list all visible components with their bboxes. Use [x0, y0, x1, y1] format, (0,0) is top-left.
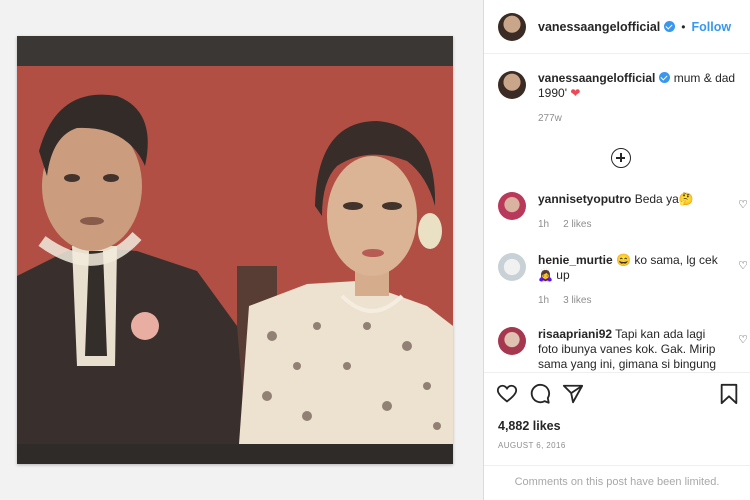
comment-item: yannisetyoputro Beda ya🤔 1h 2 likes ♡: [498, 192, 750, 230]
comments-limited-notice: Comments on this post have been limited.: [484, 465, 750, 500]
action-icons: [496, 383, 740, 407]
verified-badge-icon: [659, 72, 671, 83]
verified-badge-icon: [664, 21, 676, 32]
comment-time: 1h: [538, 295, 550, 306]
caption-text: vanessaangelofficial mum & dad 1990' ❤: [538, 71, 738, 101]
post-actions: 4,882 likes AUGUST 6, 2016 Comments on t…: [484, 372, 750, 500]
post-image-pane: [0, 0, 483, 500]
post-header: vanessaangelofficial • Follow: [484, 0, 750, 54]
comment-text: henie_murtie 😄 ko sama, lg cek 🙇‍♀️ up: [538, 253, 723, 283]
post-date[interactable]: AUGUST 6, 2016: [498, 441, 566, 450]
post-photo[interactable]: [17, 36, 453, 464]
heart-icon[interactable]: [496, 383, 518, 405]
comment-username[interactable]: risaapriani92: [538, 327, 612, 341]
comment-meta: 1h 3 likes: [538, 295, 750, 306]
caption-meta: 277w: [538, 113, 738, 124]
comment-item: risaapriani92 Tapi kan ada lagi foto ibu…: [498, 327, 750, 371]
share-icon[interactable]: [562, 383, 584, 405]
post-username[interactable]: vanessaangelofficial: [538, 20, 660, 34]
avatar[interactable]: [498, 71, 526, 99]
comment-time: 1h: [538, 219, 550, 230]
heart-icon[interactable]: ♡: [738, 198, 748, 211]
post-caption: vanessaangelofficial mum & dad 1990' ❤ 2…: [498, 71, 738, 124]
comment-likes[interactable]: 3 likes: [563, 295, 591, 306]
header-separator: •: [681, 19, 686, 34]
follow-button[interactable]: Follow: [691, 20, 731, 34]
comment-body: Beda ya🤔: [634, 192, 694, 206]
bookmark-icon[interactable]: [718, 383, 740, 405]
avatar[interactable]: [498, 253, 526, 281]
likes-count[interactable]: 4,882 likes: [498, 419, 561, 433]
comment-username[interactable]: yannisetyoputro: [538, 192, 631, 206]
caption-time[interactable]: 277w: [538, 113, 562, 124]
comments-list[interactable]: vanessaangelofficial mum & dad 1990' ❤ 2…: [484, 55, 750, 371]
comment-item: henie_murtie 😄 ko sama, lg cek 🙇‍♀️ up 1…: [498, 253, 750, 306]
post-side-panel: vanessaangelofficial • Follow vanessaang…: [483, 0, 750, 500]
add-comment-icon[interactable]: [611, 148, 631, 168]
avatar[interactable]: [498, 192, 526, 220]
red-heart-emoji: ❤: [570, 86, 581, 100]
comment-text: risaapriani92 Tapi kan ada lagi foto ibu…: [538, 327, 723, 371]
comment-username[interactable]: henie_murtie: [538, 253, 613, 267]
photo-frame-top: [17, 36, 453, 66]
heart-icon[interactable]: ♡: [738, 259, 748, 272]
comment-text: yannisetyoputro Beda ya🤔: [538, 192, 723, 207]
comment-icon[interactable]: [529, 383, 551, 405]
wedding-photo: [17, 66, 453, 444]
caption-username[interactable]: vanessaangelofficial: [538, 71, 655, 85]
heart-icon[interactable]: ♡: [738, 333, 748, 346]
avatar[interactable]: [498, 12, 526, 41]
avatar[interactable]: [498, 327, 526, 355]
comment-likes[interactable]: 2 likes: [563, 219, 591, 230]
photo-frame-bottom: [17, 444, 453, 464]
comment-meta: 1h 2 likes: [538, 219, 750, 230]
